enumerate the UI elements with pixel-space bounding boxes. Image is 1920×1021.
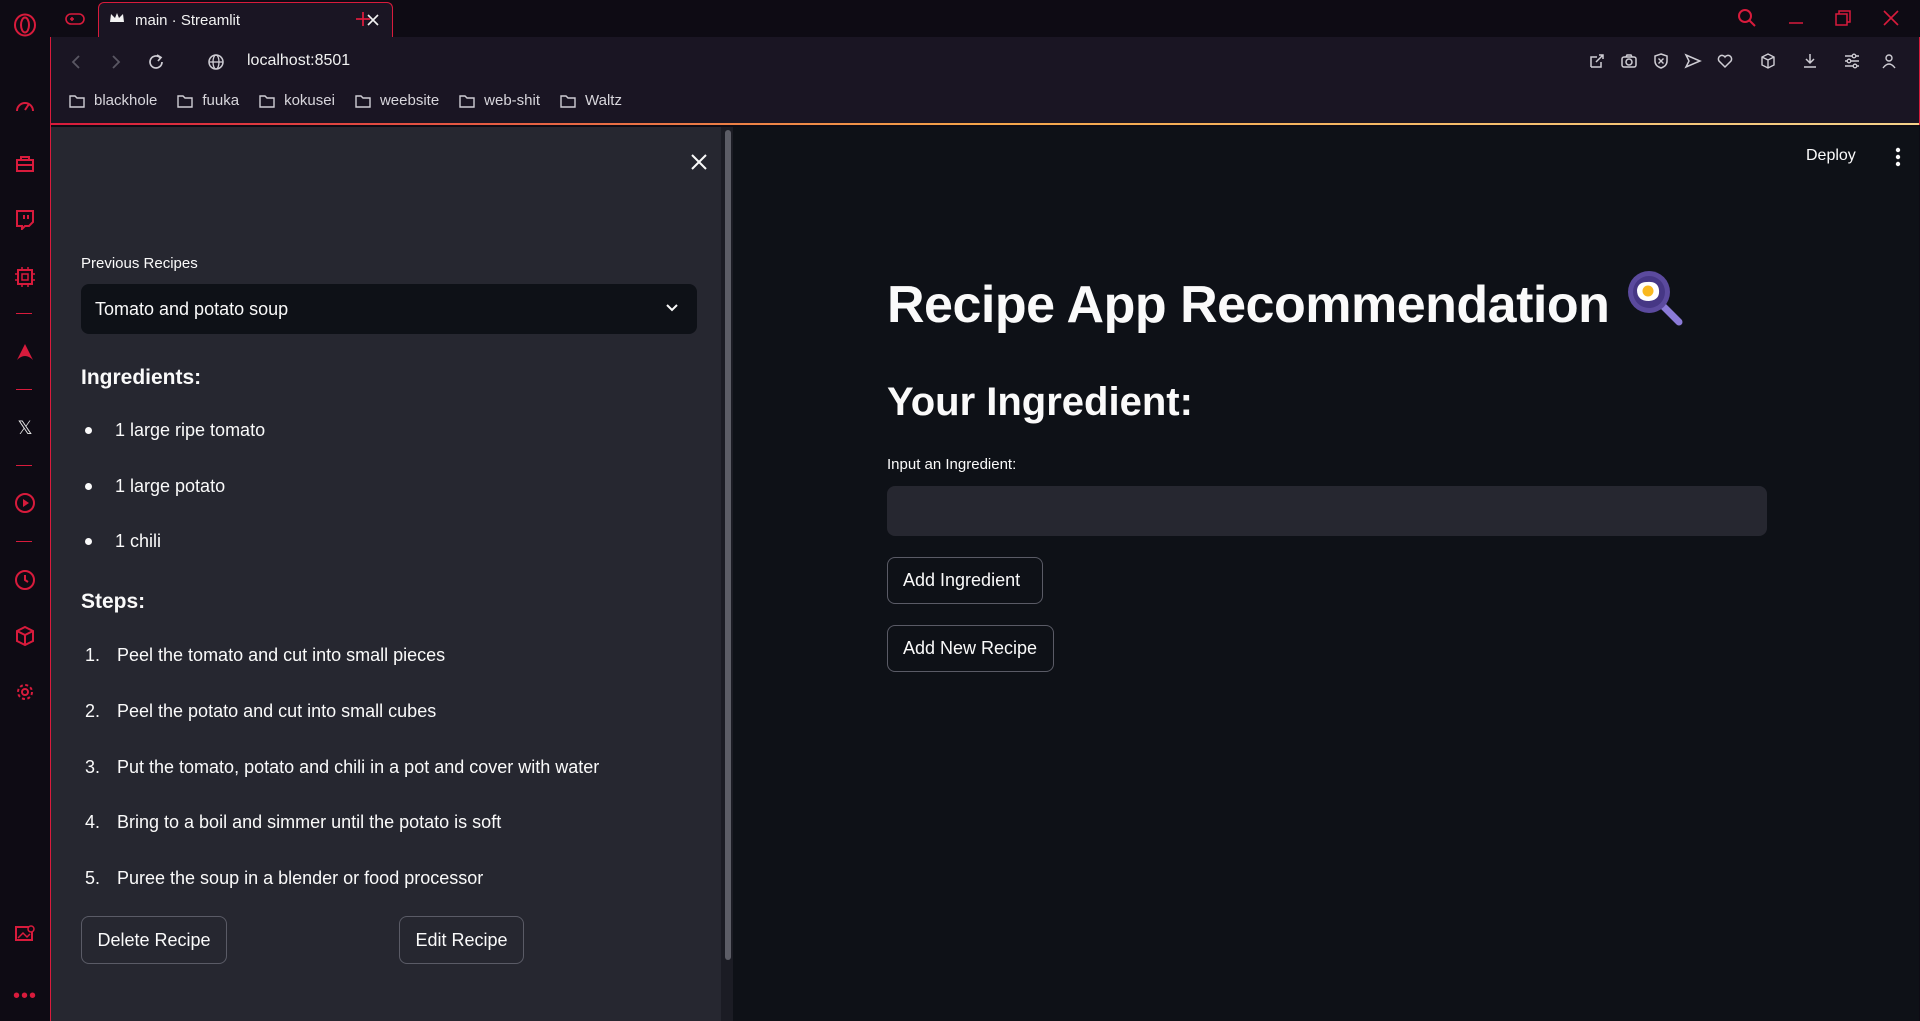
folder-icon — [560, 94, 576, 108]
ingredient-item: 1 large potato — [83, 476, 225, 497]
reload-icon[interactable] — [144, 50, 168, 74]
streamlit-sidebar: Previous Recipes Tomato and potato soup … — [51, 127, 733, 1021]
ingredients-heading: Ingredients: — [81, 366, 202, 389]
tab-main-streamlit[interactable]: main · Streamlit — [98, 2, 393, 37]
step-item: 2. Peel the potato and cut into small cub… — [85, 701, 437, 721]
opera-sidebar: 𝕏 ••• — [0, 0, 50, 1021]
pinboard-icon[interactable] — [0, 920, 50, 948]
tab-strip: main · Streamlit — [50, 0, 1920, 37]
heart-icon[interactable] — [1714, 50, 1736, 72]
steps-heading: Steps: — [81, 590, 146, 613]
bookmark-label: kokusei — [284, 92, 335, 109]
aria-icon[interactable] — [0, 338, 50, 366]
settings-gear-icon[interactable] — [0, 678, 50, 706]
selected-recipe: Tomato and potato soup — [95, 298, 289, 319]
tab-title: main · Streamlit — [135, 11, 241, 29]
add-new-recipe-button[interactable]: Add New Recipe — [887, 625, 1054, 672]
folder-icon — [355, 94, 371, 108]
deploy-button[interactable]: Deploy — [1806, 147, 1856, 165]
folder-icon — [459, 94, 475, 108]
x-twitter-icon[interactable]: 𝕏 — [0, 414, 50, 442]
profile-user-icon[interactable] — [1878, 50, 1900, 72]
delete-recipe-button[interactable]: Delete Recipe — [81, 916, 227, 964]
extensions-cube-icon[interactable] — [1757, 50, 1779, 72]
bookmark-kokusei[interactable]: kokusei — [259, 92, 335, 109]
your-ingredient-heading: Your Ingredient: — [887, 380, 1193, 424]
folder-icon — [259, 94, 275, 108]
opera-logo-icon[interactable] — [0, 11, 50, 39]
send-arrow-icon[interactable] — [1682, 50, 1704, 72]
page-title-text: Recipe App Recommendation — [887, 275, 1610, 334]
edit-recipe-button[interactable]: Edit Recipe — [399, 916, 524, 964]
snapshot-camera-icon[interactable] — [1618, 50, 1640, 72]
main-menu-kebab-icon[interactable] — [1888, 145, 1908, 169]
player-icon[interactable] — [0, 489, 50, 517]
bookmark-label: Waltz — [585, 92, 622, 109]
main-content: Deploy Recipe App Recommendation Your In… — [733, 127, 1919, 1021]
forward-arrow-icon[interactable] — [104, 50, 128, 74]
minimize-icon[interactable] — [1781, 6, 1811, 30]
folder-icon — [177, 94, 194, 108]
easy-setup-sliders-icon[interactable] — [1841, 50, 1863, 72]
bookmark-weebsite[interactable]: weebsite — [355, 92, 439, 109]
bookmark-label: blackhole — [94, 92, 158, 109]
ingredient-item: 1 large ripe tomato — [83, 420, 265, 441]
download-icon[interactable] — [1799, 50, 1821, 72]
speed-dial-icon[interactable] — [0, 93, 50, 121]
previous-recipes-label: Previous Recipes — [81, 255, 198, 272]
gamepad-icon[interactable] — [64, 8, 86, 30]
rail-divider — [16, 389, 32, 390]
close-window-icon[interactable] — [1876, 6, 1906, 30]
frying-pan-egg-icon — [1627, 270, 1683, 339]
more-dots-icon[interactable]: ••• — [0, 982, 50, 1010]
sidebar-scrollbar[interactable] — [721, 127, 733, 1021]
bookmark-label: web-shit — [484, 92, 541, 109]
step-item: 4. Bring to a boil and simmer until the p… — [85, 812, 502, 832]
step-item: 3. Put the tomato, potato and chili in a … — [85, 757, 600, 777]
address-url[interactable]: localhost:8501 — [247, 52, 350, 70]
previous-recipes-select[interactable]: Tomato and potato soup — [81, 284, 697, 334]
back-arrow-icon[interactable] — [64, 50, 88, 74]
search-tabs-icon[interactable] — [1732, 6, 1762, 30]
bookmark-fuuka[interactable]: fuuka — [177, 92, 239, 109]
adblock-shield-icon[interactable] — [1650, 50, 1672, 72]
step-item: 5. Puree the soup in a blender or food pr… — [85, 868, 484, 888]
rail-divider — [16, 465, 32, 466]
new-tab-plus-icon[interactable] — [352, 8, 374, 30]
folder-icon — [69, 94, 85, 108]
bookmark-waltz[interactable]: Waltz — [560, 92, 622, 109]
history-icon[interactable] — [0, 566, 50, 594]
restore-window-icon[interactable] — [1828, 6, 1858, 30]
twitch-icon[interactable] — [0, 205, 50, 233]
site-globe-icon[interactable] — [204, 50, 228, 74]
extensions-cube-icon[interactable] — [0, 622, 50, 650]
ingredient-input[interactable] — [887, 486, 1767, 536]
close-sidebar-icon[interactable] — [684, 147, 714, 177]
shopping-bag-icon[interactable] — [0, 149, 50, 177]
ingredient-item: 1 chili — [83, 531, 161, 552]
step-item: 1. Peel the tomato and cut into small pie… — [85, 645, 446, 665]
chevron-down-icon — [663, 299, 681, 322]
rail-divider — [16, 541, 32, 542]
rail-divider — [16, 313, 32, 314]
streamlit-crown-icon — [109, 11, 125, 29]
bookmark-label: fuuka — [202, 92, 240, 109]
bookmark-label: weebsite — [379, 92, 440, 109]
scrollbar-thumb[interactable] — [725, 130, 731, 960]
toolbar-gradient-line — [51, 123, 1919, 125]
address-toolbar: localhost:8501 blackhole fuuka kokusei w… — [50, 37, 1920, 125]
add-ingredient-button[interactable]: Add Ingredient — [887, 557, 1043, 604]
share-edit-icon[interactable] — [1586, 50, 1608, 72]
ingredient-input-label: Input an Ingredient: — [887, 456, 1017, 473]
bookmarks-bar: blackhole fuuka kokusei weebsite web-shi… — [69, 92, 642, 109]
bookmark-blackhole[interactable]: blackhole — [69, 92, 157, 109]
bookmark-web-shit[interactable]: web-shit — [459, 92, 540, 109]
ai-chip-icon[interactable] — [0, 263, 50, 291]
page-title: Recipe App Recommendation — [887, 270, 1683, 339]
